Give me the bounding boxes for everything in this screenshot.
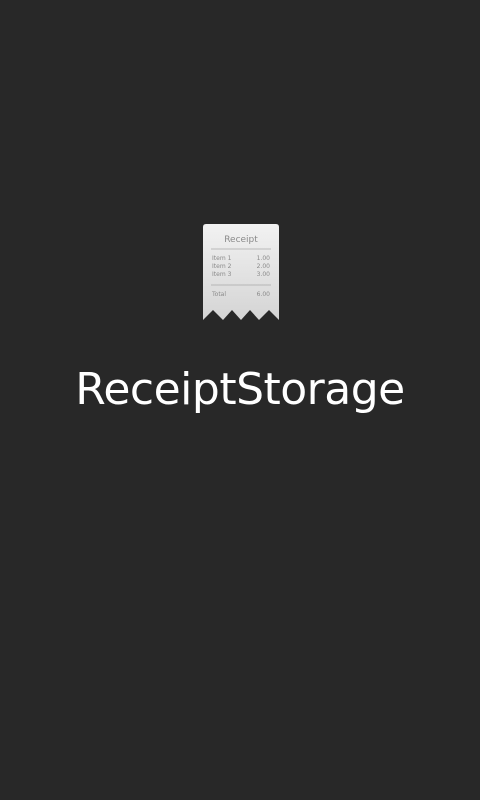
receipt-item-amount: 1.00 [257,255,271,262]
receipt-heading: Receipt [224,235,258,245]
receipt-item-label: Item 2 [212,263,232,270]
receipt-total-amount: 6.00 [257,291,271,298]
splash-screen: Receipt Item 1 1.00 Item 2 2.00 Item 3 3… [0,0,480,800]
receipt-item-amount: 2.00 [257,263,271,270]
receipt-item-label: Item 3 [212,271,232,278]
receipt-item-label: Item 1 [212,255,232,262]
receipt-item-amount: 3.00 [257,271,271,278]
receipt-total-label: Total [211,291,226,298]
receipt-icon: Receipt Item 1 1.00 Item 2 2.00 Item 3 3… [203,224,279,322]
app-title: ReceiptStorage [75,364,405,415]
